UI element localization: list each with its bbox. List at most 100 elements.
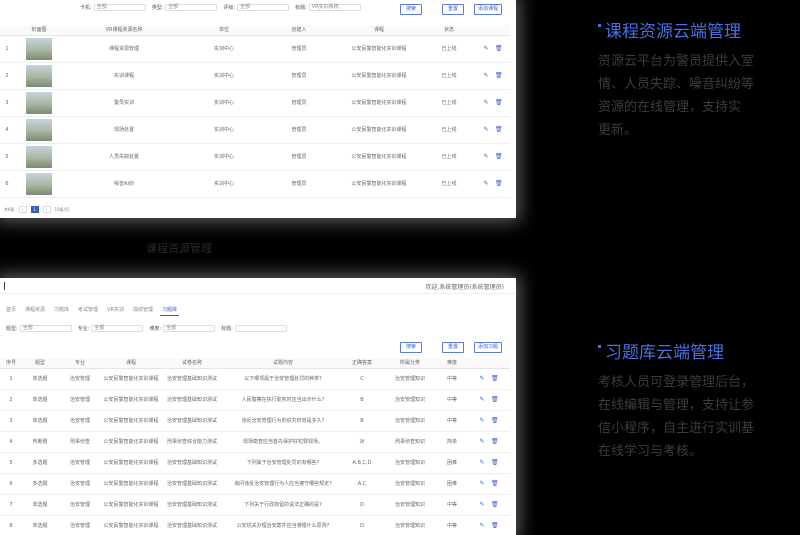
- delete-icon[interactable]: 🗑: [495, 126, 503, 133]
- row-answer: C: [342, 368, 382, 390]
- row-creator: 管理员: [264, 89, 334, 117]
- filter-level[interactable]: 评级: 全部: [223, 3, 290, 11]
- filter-bar: 卡机: 全部 类型: 全部 评级: 全部 标题: VR实训系统: [0, 2, 516, 12]
- delete-icon[interactable]: 🗑: [491, 438, 499, 445]
- pager-page[interactable]: 1: [30, 206, 39, 213]
- section-line: 在线学习与考核。: [598, 444, 703, 459]
- edit-icon[interactable]: ✎: [479, 480, 485, 487]
- delete-icon[interactable]: 🗑: [491, 375, 499, 382]
- row-actions[interactable]: ✎ 🗑: [466, 515, 510, 535]
- row-actions[interactable]: ✎ 🗑: [466, 452, 510, 474]
- col-name: VR课程资源名称: [64, 25, 184, 36]
- filter-major[interactable]: 专业: 全部: [78, 324, 144, 332]
- row-paper: 治安管理基础知识测试: [160, 494, 224, 516]
- reset-button[interactable]: 重置: [442, 4, 464, 15]
- table-row: 6 噪音纠纷 实训中心 管理员 公安民警智能化实训课程 已上线 ✎ 🗑: [0, 170, 510, 198]
- cover-thumbnail: [14, 116, 64, 144]
- edit-icon[interactable]: ✎: [479, 375, 485, 382]
- edit-icon[interactable]: ✎: [479, 459, 485, 466]
- pager-next[interactable]: ›: [42, 206, 51, 213]
- delete-icon[interactable]: 🗑: [491, 396, 499, 403]
- section-title: 习题库云端管理: [598, 338, 800, 363]
- edit-icon[interactable]: ✎: [483, 99, 489, 106]
- row-course: 公安民警智能化实训课程: [102, 431, 160, 453]
- row-major: 治安管理: [58, 515, 102, 535]
- delete-icon[interactable]: 🗑: [495, 180, 503, 187]
- filter-title[interactable]: 标题: VR实训系统: [295, 3, 361, 11]
- edit-icon[interactable]: ✎: [479, 396, 485, 403]
- add-course-button[interactable]: 添加课程: [474, 4, 502, 15]
- filter-question-type[interactable]: 题型: 全部: [6, 324, 72, 332]
- row-actions[interactable]: ✎ 🗑: [474, 62, 510, 90]
- row-actions[interactable]: ✎ 🗑: [466, 368, 510, 390]
- filter-type[interactable]: 类型: 全部: [152, 3, 218, 11]
- table-row: 5 人员失踪处置 实训中心 管理员 公安民警智能化实训课程 已上线 ✎ 🗑: [0, 143, 510, 171]
- row-actions[interactable]: ✎ 🗑: [466, 389, 510, 411]
- row-actions[interactable]: ✎ 🗑: [474, 116, 510, 144]
- row-actions[interactable]: ✎ 🗑: [466, 473, 510, 495]
- row-course: 公安民警智能化实训课程: [334, 35, 424, 63]
- edit-icon[interactable]: ✎: [479, 438, 485, 445]
- row-actions[interactable]: ✎ 🗑: [474, 143, 510, 171]
- edit-icon[interactable]: ✎: [479, 501, 485, 508]
- filter-card[interactable]: 卡机: 全部: [80, 3, 146, 11]
- tab-item[interactable]: 考试管理: [76, 306, 100, 316]
- delete-icon[interactable]: 🗑: [495, 99, 503, 106]
- row-creator: 管理员: [264, 116, 334, 144]
- filter-difficulty[interactable]: 难度: 全部: [149, 324, 216, 332]
- delete-icon[interactable]: 🗑: [491, 459, 499, 466]
- row-actions[interactable]: ✎ 🗑: [466, 410, 510, 432]
- pager-prev[interactable]: ‹: [18, 206, 27, 213]
- cover-thumbnail: [14, 143, 64, 171]
- edit-icon[interactable]: ✎: [483, 153, 489, 160]
- cover-image: [26, 118, 52, 141]
- row-course: 公安民警智能化实训课程: [334, 62, 424, 90]
- delete-icon[interactable]: 🗑: [495, 153, 503, 160]
- edit-icon[interactable]: ✎: [483, 45, 489, 52]
- row-actions[interactable]: ✎ 🗑: [466, 431, 510, 453]
- row-answer: A,C: [342, 473, 382, 495]
- tab-item[interactable]: 习题库: [52, 306, 71, 316]
- delete-icon[interactable]: 🗑: [491, 480, 499, 487]
- edit-icon[interactable]: ✎: [483, 126, 489, 133]
- delete-icon[interactable]: 🗑: [495, 45, 503, 52]
- tab-item[interactable]: VR实训: [105, 306, 126, 316]
- delete-icon[interactable]: 🗑: [491, 417, 499, 424]
- col-course: 课程: [334, 25, 424, 36]
- edit-icon[interactable]: ✎: [479, 417, 485, 424]
- filter-title[interactable]: 标题:: [221, 324, 287, 332]
- col-answer: 正确答案: [342, 358, 382, 369]
- row-actions[interactable]: ✎ 🗑: [474, 170, 510, 198]
- row-major: 治安管理: [58, 389, 102, 411]
- add-question-button[interactable]: 添加习题: [474, 342, 502, 353]
- table-row: 8 单选题 治安管理 公安民警智能化实训课程 治安管理基础知识测试 公安机关办理治安案件应…: [0, 515, 510, 535]
- row-actions[interactable]: ✎ 🗑: [466, 494, 510, 516]
- search-button[interactable]: 搜索: [400, 4, 422, 15]
- user-greeting[interactable]: 欢迎,系统管理员(系统管理员): [425, 282, 504, 291]
- row-course: 公安民警智能化实训课程: [334, 116, 424, 144]
- pager-size[interactable]: 10条/页: [55, 207, 69, 213]
- edit-icon[interactable]: ✎: [483, 72, 489, 79]
- edit-icon[interactable]: ✎: [483, 180, 489, 187]
- tab-item[interactable]: 成绩管理: [131, 306, 155, 316]
- row-course: 公安民警智能化实训课程: [334, 143, 424, 171]
- tab-item[interactable]: 课程资源: [23, 306, 47, 316]
- col-creator: 创建人: [264, 25, 334, 36]
- row-index: 4: [0, 116, 14, 144]
- row-actions[interactable]: ✎ 🗑: [474, 35, 510, 63]
- delete-icon[interactable]: 🗑: [495, 72, 503, 79]
- row-paper: 治安管理基础知识测试: [160, 389, 224, 411]
- row-course: 公安民警智能化实训课程: [334, 89, 424, 117]
- search-button[interactable]: 搜索: [400, 342, 422, 353]
- row-difficulty: 中等: [438, 368, 466, 390]
- delete-icon[interactable]: 🗑: [491, 522, 499, 529]
- edit-icon[interactable]: ✎: [479, 522, 485, 529]
- table-row: 3 警员实训 实训中心 管理员 公安民警智能化实训课程 已上线 ✎ 🗑: [0, 89, 510, 117]
- delete-icon[interactable]: 🗑: [491, 501, 499, 508]
- row-actions[interactable]: ✎ 🗑: [474, 89, 510, 117]
- row-category: 治安管理知识: [382, 368, 438, 390]
- tab-item[interactable]: 习题库: [159, 306, 179, 316]
- reset-button[interactable]: 重置: [442, 342, 464, 353]
- tab-item[interactable]: 首页: [4, 306, 18, 316]
- row-index: 1: [0, 35, 14, 63]
